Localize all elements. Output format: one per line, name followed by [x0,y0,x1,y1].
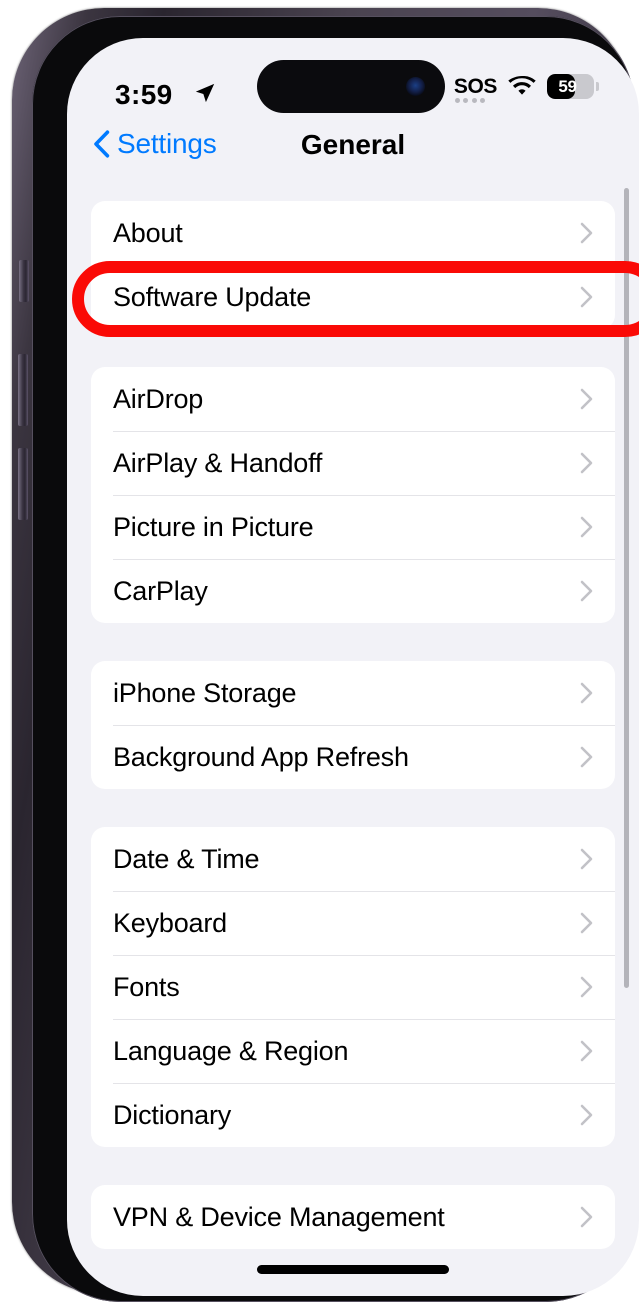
settings-row[interactable]: iPhone Storage [91,661,615,725]
settings-row-label: iPhone Storage [113,677,297,708]
chevron-right-icon [580,682,593,704]
settings-row[interactable]: About [91,201,615,265]
settings-row[interactable]: CarPlay [91,559,615,623]
settings-row-label: VPN & Device Management [113,1201,445,1232]
settings-row[interactable]: Fonts [91,955,615,1019]
settings-row-label: Date & Time [113,843,260,874]
settings-row-label: Language & Region [113,1035,349,1066]
settings-row-label: Background App Refresh [113,741,409,772]
settings-row[interactable]: AirPlay & Handoff [91,431,615,495]
settings-row[interactable]: AirDrop [91,367,615,431]
page-title: General [300,129,406,160]
status-time: 3:59 [115,79,173,110]
settings-row-label: Software Update [113,281,312,312]
settings-row[interactable]: VPN & Device Management [91,1185,615,1249]
settings-row[interactable]: Software Update [91,265,615,329]
chevron-right-icon [580,848,593,870]
settings-row-label: CarPlay [113,575,208,606]
settings-row[interactable]: Date & Time [91,827,615,891]
settings-row-label: Keyboard [113,907,227,938]
battery-indicator: 59 [547,74,594,99]
settings-row[interactable]: Dictionary [91,1083,615,1147]
location-arrow-icon [195,83,215,103]
battery-percentage: 59 [558,76,577,96]
chevron-right-icon [580,286,593,308]
scrollbar[interactable] [624,188,629,988]
settings-row[interactable]: Picture in Picture [91,495,615,559]
wifi-icon [508,76,536,95]
settings-row[interactable]: Keyboard [91,891,615,955]
settings-row-label: Dictionary [113,1099,232,1130]
home-indicator[interactable] [257,1265,449,1274]
battery-cap-icon [596,82,599,91]
settings-row-label: Picture in Picture [113,511,314,542]
settings-row-label: Fonts [113,971,180,1002]
settings-row-label: About [113,217,183,248]
device-bezel: 3:59 SOS 59 Settings General About Softw… [32,16,639,1302]
action-button[interactable] [19,260,29,302]
settings-group: Date & Time Keyboard Fonts Language & Regio… [91,827,615,1147]
chevron-right-icon [580,222,593,244]
volume-down-button[interactable] [18,448,28,520]
chevron-right-icon [580,1104,593,1126]
settings-group: About Software Update [72,201,639,337]
front-camera-icon [406,77,425,96]
sos-indicator: SOS [453,74,498,103]
volume-up-button[interactable] [18,354,28,426]
sos-label: SOS [453,74,498,98]
dynamic-island [257,60,445,113]
phone-screen: 3:59 SOS 59 Settings General About Softw… [67,38,639,1296]
settings-list[interactable]: About Software Update AirDrop AirPlay & Han… [67,178,639,1296]
device-frame: 3:59 SOS 59 Settings General About Softw… [12,8,639,1302]
chevron-right-icon [580,1040,593,1062]
status-bar: 3:59 SOS 59 [67,38,639,116]
navigation-bar: Settings General [67,116,639,178]
chevron-right-icon [580,976,593,998]
settings-row[interactable]: Language & Region [91,1019,615,1083]
settings-row-label: AirPlay & Handoff [113,447,323,478]
chevron-right-icon [580,746,593,768]
chevron-right-icon [580,452,593,474]
settings-row-label: AirDrop [113,383,204,414]
settings-row[interactable]: Background App Refresh [91,725,615,789]
chevron-right-icon [580,580,593,602]
settings-group: VPN & Device Management [91,1185,615,1249]
cellular-signal-dots-icon [454,97,486,103]
chevron-right-icon [580,1206,593,1228]
settings-group: iPhone Storage Background App Refresh [91,661,615,789]
chevron-right-icon [580,388,593,410]
status-indicators: SOS 59 [453,74,599,103]
chevron-right-icon [580,912,593,934]
chevron-right-icon [580,516,593,538]
settings-group: AirDrop AirPlay & Handoff Picture in Pictu… [91,367,615,623]
